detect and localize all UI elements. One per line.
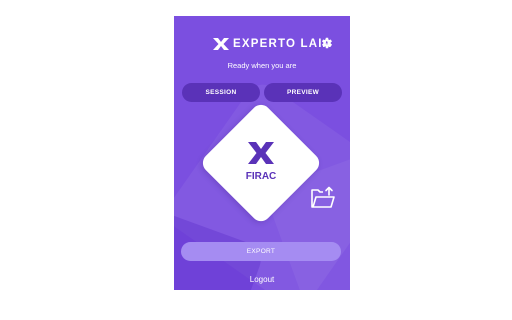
tagline: Ready when you are <box>227 61 297 70</box>
gear-icon[interactable] <box>320 36 334 50</box>
x-logo-icon <box>213 38 229 50</box>
x-logo-icon <box>248 142 274 164</box>
app-panel: EXPERTO LAIA Ready when you are SESSION … <box>174 16 350 290</box>
header: EXPERTO LAIA <box>174 35 350 53</box>
export-button[interactable]: EXPORT <box>181 242 341 261</box>
folder-upload-icon[interactable] <box>310 186 336 210</box>
card-label: FIRAC <box>245 171 277 182</box>
logout-link[interactable]: Logout <box>174 274 350 286</box>
firac-card[interactable]: FIRAC <box>198 100 324 226</box>
brand-name: EXPERTO LAIA <box>233 38 333 50</box>
tab-preview[interactable]: PREVIEW <box>264 83 342 102</box>
tab-session[interactable]: SESSION <box>182 83 260 102</box>
